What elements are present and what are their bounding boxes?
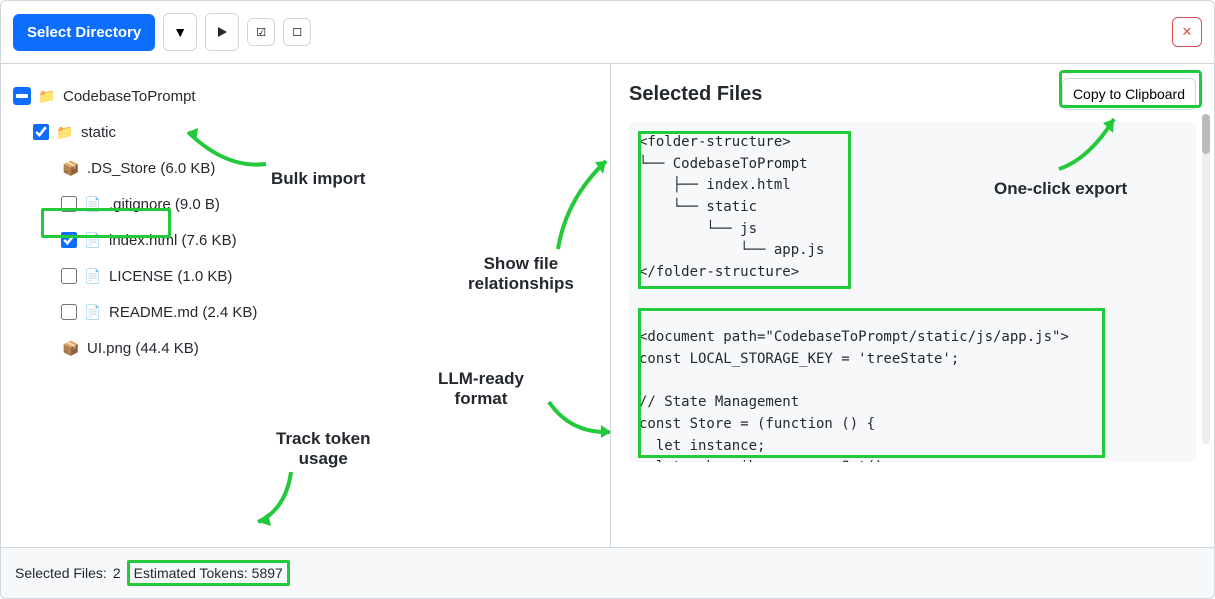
item-label: static [81, 124, 116, 141]
file-tree-pane: 📁 CodebaseToPrompt 📁 static 📦 .DS_Store … [1, 64, 611, 547]
select-directory-button[interactable]: Select Directory [13, 14, 155, 51]
tree-item-readme[interactable]: 📄 README.md (2.4 KB) [13, 294, 598, 330]
code-output[interactable]: <folder-structure> └── CodebaseToPrompt … [629, 122, 1196, 462]
arrow-track-token [246, 464, 306, 534]
item-label: UI.png (44.4 KB) [87, 340, 199, 357]
clear-button[interactable]: ✕ [1172, 17, 1202, 47]
item-label: LICENSE (1.0 KB) [109, 268, 232, 285]
tree-item-static[interactable]: 📁 static [13, 114, 598, 150]
tree-root[interactable]: 📁 CodebaseToPrompt [13, 78, 598, 114]
item-label: index.html (7.6 KB) [109, 232, 237, 249]
status-bar: Selected Files: 2 Estimated Tokens: 5897 [1, 547, 1214, 598]
tree-item-dsstore[interactable]: 📦 .DS_Store (6.0 KB) [13, 150, 598, 186]
selected-files-pane: Selected Files Copy to Clipboard <folder… [611, 64, 1214, 547]
checkbox-readme[interactable] [61, 304, 77, 320]
package-icon: 📦 [61, 159, 81, 177]
collapse-button[interactable]: ▼ [163, 13, 197, 51]
item-label: .gitignore (9.0 B) [109, 196, 220, 213]
root-checkbox-indeterminate[interactable] [13, 87, 31, 105]
toolbar: Select Directory ▼ ☑ ☐ ✕ [1, 1, 1214, 64]
selected-files-count: 2 [113, 565, 121, 581]
checkbox-indexhtml[interactable] [61, 232, 77, 248]
estimated-tokens: Estimated Tokens: 5897 [127, 560, 290, 586]
tree-item-license[interactable]: 📄 LICENSE (1.0 KB) [13, 258, 598, 294]
checkbox-gitignore[interactable] [61, 196, 77, 212]
folder-icon: 📁 [55, 123, 75, 141]
folder-icon: 📁 [37, 87, 57, 105]
selected-files-title: Selected Files [629, 83, 762, 106]
deselect-all-button[interactable]: ☐ [283, 18, 311, 46]
select-all-button[interactable]: ☑ [247, 18, 275, 46]
play-icon [216, 26, 228, 38]
expand-button[interactable] [205, 13, 239, 51]
file-icon: 📄 [83, 267, 103, 285]
annotation-llm: LLM-readyformat [438, 369, 524, 410]
copy-to-clipboard-button[interactable]: Copy to Clipboard [1062, 78, 1196, 110]
file-icon: 📄 [83, 231, 103, 249]
tree-item-indexhtml[interactable]: 📄 index.html (7.6 KB) [13, 222, 598, 258]
checkbox-license[interactable] [61, 268, 77, 284]
root-label: CodebaseToPrompt [63, 88, 196, 105]
selected-files-label: Selected Files: [15, 565, 107, 581]
tree-item-uipng[interactable]: 📦 UI.png (44.4 KB) [13, 330, 598, 366]
scrollbar-thumb[interactable] [1202, 114, 1210, 154]
scrollbar-track [1202, 114, 1210, 444]
checkbox-static[interactable] [33, 124, 49, 140]
tree-item-gitignore[interactable]: 📄 .gitignore (9.0 B) [13, 186, 598, 222]
item-label: README.md (2.4 KB) [109, 304, 257, 321]
file-icon: 📄 [83, 303, 103, 321]
arrow-llm [541, 394, 611, 444]
item-label: .DS_Store (6.0 KB) [87, 160, 215, 177]
package-icon: 📦 [61, 339, 81, 357]
file-icon: 📄 [83, 195, 103, 213]
annotation-track-token: Track tokenusage [276, 429, 371, 470]
